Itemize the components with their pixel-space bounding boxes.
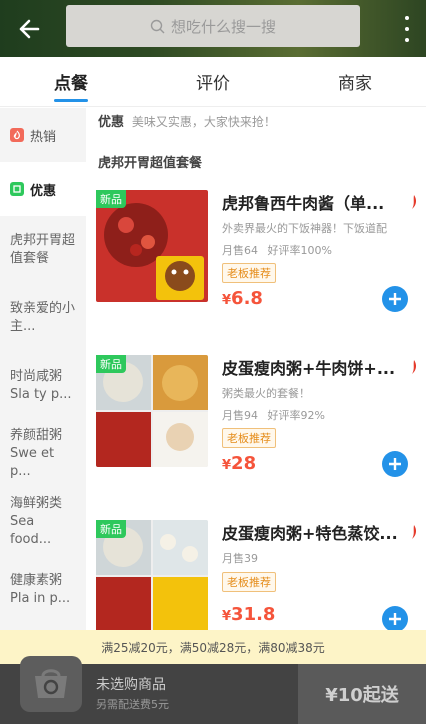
chili-icon [412, 195, 417, 209]
cart-summary: 未选购商品 另需配送费5元 [96, 674, 169, 712]
promo-label: 优惠 [98, 115, 125, 130]
cart-empty-text: 未选购商品 [96, 677, 166, 693]
food-stats: 月售39 [222, 550, 264, 566]
sidebar-item-category[interactable]: 健康素粥 Pla in p... [0, 556, 86, 624]
new-badge: 新品 [96, 520, 126, 538]
price-amount: 31.8 [231, 604, 276, 625]
chili-icon [412, 360, 417, 374]
plus-icon [389, 458, 401, 470]
search-placeholder: 想吃什么搜一搜 [170, 17, 276, 36]
price-currency: ¥ [222, 609, 232, 624]
food-title: 皮蛋瘦肉粥+特色蒸饺... [222, 524, 398, 543]
top-bar: 想吃什么搜一搜 [0, 0, 426, 57]
cart-bar: 未选购商品 另需配送费5元 ¥10起送 [0, 656, 426, 724]
food-stats: 月售94 好评率92% [222, 407, 331, 423]
food-title: 皮蛋瘦肉粥+牛肉饼+... [222, 359, 396, 378]
tab-reviews[interactable]: 评价 [142, 57, 284, 106]
back-arrow-icon [19, 19, 40, 38]
food-rating: 好评率100% [267, 244, 332, 257]
food-price: ¥31.8 [222, 604, 275, 625]
tab-order[interactable]: 点餐 [0, 57, 142, 106]
add-to-cart-button[interactable] [382, 451, 408, 477]
checkout-button[interactable]: ¥10起送 [298, 664, 426, 724]
recommend-badge: 老板推荐 [222, 428, 276, 448]
flame-icon [10, 128, 24, 142]
price-currency: ¥ [222, 293, 232, 308]
food-sales: 月售94 [222, 409, 258, 422]
food-rating: 好评率92% [267, 409, 325, 422]
food-desc: 粥类最火的套餐！ [222, 387, 310, 400]
plus-icon [389, 613, 401, 625]
new-badge: 新品 [96, 190, 126, 208]
chili-icon [412, 525, 417, 539]
promo-text: 美味又实惠，大家快来抢！ [131, 115, 276, 129]
add-to-cart-button[interactable] [382, 286, 408, 312]
back-button[interactable] [0, 0, 58, 57]
food-sales: 月售39 [222, 552, 258, 565]
new-badge: 新品 [96, 355, 126, 373]
sidebar-item-label: 优惠 [30, 183, 57, 199]
recommend-badge: 老板推荐 [222, 263, 276, 283]
more-menu-icon[interactable] [402, 14, 412, 44]
price-amount: 28 [231, 453, 257, 474]
food-price: ¥28 [222, 453, 256, 474]
promo-banner: 优惠 美味又实惠，大家快来抢！ [86, 108, 426, 138]
search-icon [150, 19, 165, 33]
price-currency: ¥ [222, 458, 232, 473]
section-title: 虎邦开胃超值套餐 [98, 156, 203, 171]
sidebar-item-discount[interactable]: 优惠 [0, 162, 86, 216]
add-to-cart-button[interactable] [382, 606, 408, 632]
food-title: 虎邦鲁西牛肉酱（单... [222, 194, 385, 213]
recommend-badge: 老板推荐 [222, 572, 276, 592]
price-amount: 6.8 [231, 288, 263, 309]
sidebar-item-hot[interactable]: 热销 [0, 108, 86, 162]
sidebar-item-category[interactable]: 虎邦开胃超值套餐 [0, 216, 86, 284]
sidebar-item-category[interactable]: 养颜甜粥 Swe et p... [0, 420, 86, 488]
food-item[interactable]: 新品 皮蛋瘦肉粥+牛肉饼+... 粥类最火的套餐！ 月售94 好评率92% 老板… [86, 355, 426, 520]
menu-list[interactable]: 优惠 美味又实惠，大家快来抢！ 虎邦开胃超值套餐 新品 虎邦鲁西牛肉酱（单...… [86, 108, 426, 664]
food-price: ¥6.8 [222, 288, 263, 309]
delivery-fee-text: 另需配送费5元 [96, 698, 169, 711]
food-desc: 外卖界最火的下饭神器！下饭道配 [222, 222, 387, 235]
sidebar-item-category[interactable]: 时尚咸粥 Sla ty p... [0, 352, 86, 420]
search-input[interactable]: 想吃什么搜一搜 [66, 5, 360, 47]
tab-merchant[interactable]: 商家 [284, 57, 426, 106]
tab-bar: 点餐 评价 商家 [0, 57, 426, 107]
sidebar-item-category[interactable]: 海鲜粥类 Sea food... [0, 488, 86, 556]
sidebar-item-label: 热销 [30, 129, 57, 145]
cart-icon[interactable] [20, 656, 82, 712]
plus-icon [389, 293, 401, 305]
food-sales: 月售64 [222, 244, 258, 257]
food-item[interactable]: 新品 虎邦鲁西牛肉酱（单... 外卖界最火的下饭神器！下饭道配 月售64 好评率… [86, 190, 426, 355]
sidebar-item-category[interactable]: 致亲爱的小主... [0, 284, 86, 352]
discount-icon [10, 182, 24, 196]
food-stats: 月售64 好评率100% [222, 242, 338, 258]
